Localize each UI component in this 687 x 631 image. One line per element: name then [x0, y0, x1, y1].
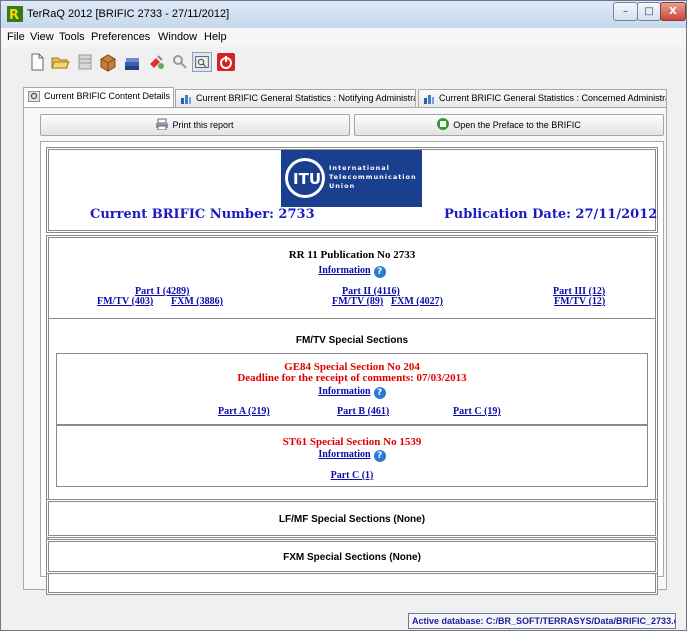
svg-text:Union: Union	[329, 182, 355, 190]
brific-header-box: ITU International Telecommunication Unio…	[46, 147, 658, 233]
divider	[49, 318, 655, 319]
close-button[interactable]: X	[660, 2, 686, 21]
active-database-status: Active database: C:/BR_SOFT/TERRASYS/Dat…	[408, 613, 676, 629]
menu-tools[interactable]: Tools	[59, 31, 85, 43]
maximize-button[interactable]: □	[637, 2, 661, 21]
part1-fxm-link[interactable]: FXM (3886)	[171, 296, 223, 307]
title-bar: R TerRaQ 2012 [BRIFIC 2733 - 27/11/2012]…	[1, 1, 686, 28]
ge84-deadline: Deadline for the receipt of comments: 07…	[237, 372, 467, 384]
st61-section: ST61 Special Section No 1539 Information…	[56, 425, 648, 487]
open-preface-button[interactable]: Open the Preface to the BRIFIC	[354, 114, 664, 136]
ge84-information-link[interactable]: Information	[318, 386, 370, 397]
menu-bar: File View Tools Preferences Window Help	[1, 28, 686, 47]
terraq-logo-icon: R	[7, 6, 23, 22]
plug-icon[interactable]	[146, 52, 166, 72]
tab-content-details[interactable]: Current BRIFIC Content Details	[23, 87, 174, 108]
svg-text:Telecommunication: Telecommunication	[329, 173, 417, 181]
lfmf-title: LF/MF Special Sections (None)	[278, 514, 426, 525]
st61-information-link[interactable]: Information	[318, 449, 370, 460]
preface-icon	[437, 118, 450, 130]
ge84-info-row: Information?	[57, 384, 647, 399]
print-report-button[interactable]: Print this report	[40, 114, 350, 136]
st61-info-row: Information?	[57, 447, 647, 462]
open-folder-icon[interactable]	[50, 52, 70, 72]
tab-label: Current BRIFIC Content Details	[44, 91, 171, 101]
statistics-icon	[424, 95, 434, 104]
app-window: R TerRaQ 2012 [BRIFIC 2733 - 27/11/2012]…	[0, 0, 687, 631]
package-icon[interactable]	[98, 52, 118, 72]
info-icon[interactable]: ?	[373, 266, 386, 278]
rr11-information-link[interactable]: Information	[318, 265, 370, 276]
report-icon	[28, 91, 40, 102]
fmtv-special-title: FM/TV Special Sections	[295, 335, 409, 346]
tab-bar: Current BRIFIC Content Details Current B…	[23, 87, 667, 108]
st61-part-c-link[interactable]: Part C (1)	[331, 470, 374, 481]
print-label: Print this report	[172, 120, 234, 130]
statistics-icon	[181, 95, 191, 104]
menu-preferences[interactable]: Preferences	[91, 31, 150, 43]
new-file-icon[interactable]	[27, 52, 47, 72]
ge84-section: GE84 Special Section No 204 Deadline for…	[56, 353, 648, 425]
minimize-button[interactable]: –	[613, 2, 638, 21]
window-title: TerRaQ 2012 [BRIFIC 2733 - 27/11/2012]	[27, 8, 230, 20]
printer-icon	[156, 118, 169, 130]
rr11-title: RR 11 Publication No 2733	[288, 249, 416, 261]
preface-label: Open the Preface to the BRIFIC	[453, 120, 581, 130]
menu-file[interactable]: File	[7, 31, 25, 43]
tab-notifying-administrations[interactable]: Current BRIFIC General Statistics : Noti…	[175, 89, 416, 107]
info-icon[interactable]: ?	[373, 450, 386, 462]
tab-concerned-administrations[interactable]: Current BRIFIC General Statistics : Conc…	[418, 89, 667, 107]
tab-label: Current BRIFIC General Statistics : Noti…	[196, 93, 416, 103]
lfmf-section: LF/MF Special Sections (None)	[46, 499, 658, 538]
svg-text:ITU: ITU	[293, 170, 321, 188]
ge84-part-a-link[interactable]: Part A (219)	[218, 406, 270, 417]
svg-text:International: International	[329, 164, 390, 172]
toolbar	[1, 47, 686, 77]
ge84-part-b-link[interactable]: Part B (461)	[337, 406, 389, 417]
rr11-section: RR 11 Publication No 2733 Information? P…	[49, 238, 655, 318]
menu-view[interactable]: View	[30, 31, 54, 43]
search-tool-icon[interactable]	[170, 52, 190, 72]
database-icon[interactable]	[75, 52, 95, 72]
maximize-icon: □	[644, 6, 654, 17]
st61-part-row: Part C (1)	[57, 468, 647, 481]
rr11-info-row: Information?	[49, 263, 655, 278]
part3-fmtv-link[interactable]: FM/TV (12)	[554, 296, 605, 307]
itu-logo: ITU International Telecommunication Unio…	[281, 150, 422, 207]
part2-fxm-link[interactable]: FXM (4027)	[391, 296, 443, 307]
tab-label: Current BRIFIC General Statistics : Conc…	[439, 93, 667, 103]
books-icon[interactable]	[122, 52, 142, 72]
power-icon[interactable]	[216, 52, 236, 72]
brific-number: Current BRIFIC Number: 2733	[90, 207, 315, 222]
svg-text:R: R	[9, 8, 19, 22]
report-view-icon[interactable]	[192, 52, 212, 72]
fxm-section: FXM Special Sections (None)	[46, 539, 658, 574]
menu-window[interactable]: Window	[158, 31, 197, 43]
menu-help[interactable]: Help	[204, 31, 227, 43]
part1-fmtv-link[interactable]: FM/TV (403)	[97, 296, 153, 307]
fxm-title: FXM Special Sections (None)	[283, 552, 421, 563]
report-document: ITU International Telecommunication Unio…	[40, 141, 664, 595]
ge84-part-c-link[interactable]: Part C (19)	[453, 406, 501, 417]
close-icon: X	[669, 6, 677, 17]
minimize-icon: –	[623, 6, 628, 17]
info-icon[interactable]: ?	[373, 387, 386, 399]
publication-date: Publication Date: 27/11/2012	[444, 207, 658, 222]
part2-fmtv-link[interactable]: FM/TV (89)	[332, 296, 383, 307]
